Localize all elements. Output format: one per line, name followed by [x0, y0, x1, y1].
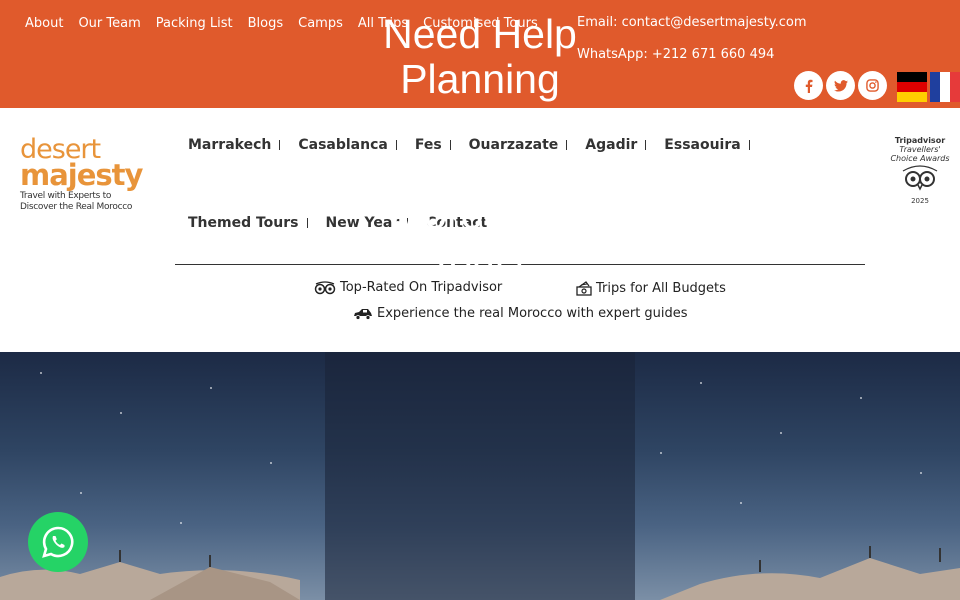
award-year: 2025 [911, 197, 929, 205]
whatsapp-chat-button[interactable] [28, 512, 88, 572]
twitter-icon[interactable] [826, 71, 855, 100]
nav-label: Themed Tours [188, 215, 299, 231]
feature-budgets-label: Trips for All Budgets [596, 280, 726, 296]
french-flag-icon[interactable] [930, 72, 960, 102]
award-line1: Tripadvisor [894, 136, 946, 145]
feature-guides-label: Experience the real Morocco with expert … [377, 306, 688, 321]
hero-title-line: Need Help [383, 11, 577, 57]
nav-item-marrakech[interactable]: Marrakech [188, 137, 298, 153]
feature-guides: Experience the real Morocco with expert … [353, 306, 688, 321]
logo-word-majesty: majesty [20, 158, 143, 192]
money-icon [576, 281, 592, 296]
hero-overlay-panel [325, 352, 635, 600]
top-nav-packing-list[interactable]: Packing List [156, 16, 233, 31]
nav-separator [279, 140, 281, 150]
nav-separator [306, 218, 308, 228]
hero-title-line: Your [438, 101, 522, 147]
whatsapp-icon [42, 526, 74, 558]
top-nav-about[interactable]: About [25, 16, 63, 31]
top-nav-blogs[interactable]: Blogs [248, 16, 284, 31]
tripadvisor-icon [314, 280, 336, 294]
nav-separator [748, 140, 750, 150]
german-flag-icon[interactable] [897, 72, 927, 102]
logo-tagline: Travel with Experts to Discover the Real… [20, 191, 145, 213]
hero-title-line: Planning [400, 56, 560, 102]
hero-title-line: Luxury [418, 146, 542, 192]
feature-tripadvisor-label: Top-Rated On Tripadvisor [340, 280, 503, 295]
facebook-icon[interactable] [794, 71, 823, 100]
tripadvisor-award-badge: Tripadvisor Travellers' Choice Awards 20… [888, 136, 952, 205]
instagram-icon[interactable] [858, 71, 887, 100]
top-nav-our-team[interactable]: Our Team [78, 16, 140, 31]
feature-budgets: Trips for All Budgets [576, 280, 726, 296]
nav-item-themed-tours[interactable]: Themed Tours [188, 215, 326, 231]
hero-title: Need Help Planning Your Luxury Moroccan … [325, 12, 635, 282]
logo-tagline-line2: Discover the Real Morocco [20, 202, 133, 212]
car-icon [354, 308, 372, 320]
nav-label: Essaouira [664, 137, 741, 153]
logo-tagline-line1: Travel with Experts to [20, 191, 112, 201]
nav-item-essaouira[interactable]: Essaouira [664, 137, 767, 153]
social-links [794, 71, 887, 100]
award-line3: Choice Awards [890, 154, 950, 163]
hero-title-line: Tour? [428, 236, 532, 282]
hero-title-line: Moroccan [389, 191, 570, 237]
owl-icon [902, 165, 938, 191]
nav-label: Marrakech [188, 137, 272, 153]
site-logo[interactable]: desert majesty Travel with Experts to Di… [20, 136, 145, 213]
award-line2: Travellers' [899, 145, 941, 154]
nav-separator [645, 140, 647, 150]
feature-tripadvisor: Top-Rated On Tripadvisor [314, 280, 502, 295]
hero-section [0, 352, 960, 600]
